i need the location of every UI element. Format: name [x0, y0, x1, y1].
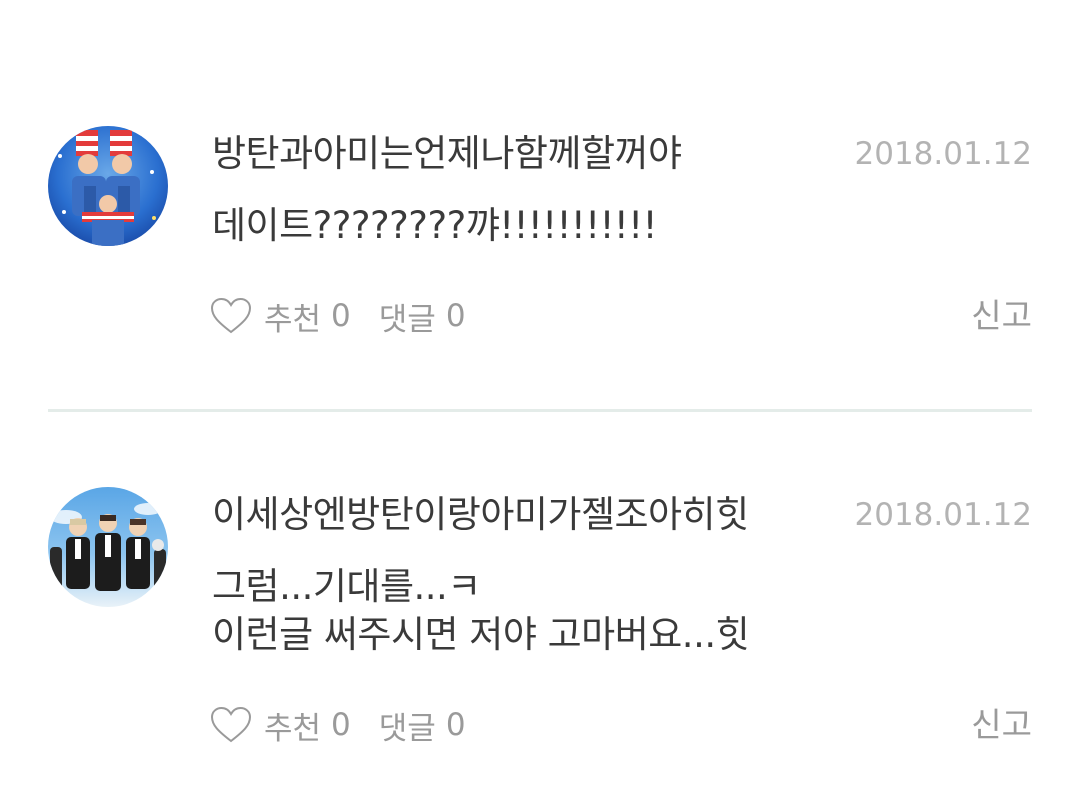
comment-date: 2018.01.12: [854, 136, 1033, 172]
reply-count: 0: [445, 298, 466, 334]
comment-body-line: 그럼...기대를...ㅋ: [212, 565, 481, 608]
comment-actions: 추천 0 댓글 0: [210, 703, 466, 747]
heart-outline-icon: [210, 706, 252, 743]
avatar-image: [48, 487, 168, 607]
reply-label: 댓글: [378, 301, 436, 338]
comment-body: 데이트????????꺄!!!!!!!!!!!: [212, 202, 657, 250]
avatar[interactable]: [48, 487, 168, 607]
divider: [48, 409, 1032, 412]
avatar[interactable]: [48, 126, 168, 246]
avatar-image: [48, 126, 168, 246]
comment-body-line: 이런글 써주시면 저야 고마버요...힛: [212, 613, 750, 656]
like-count: 0: [331, 707, 351, 743]
comment-list-screen: { "comments": [ { "author": "방탄과아미는언제나함께…: [0, 0, 1080, 810]
like-button[interactable]: 추천 0: [210, 294, 351, 339]
like-label: 추천: [264, 301, 322, 338]
like-count: 0: [331, 298, 351, 334]
like-button[interactable]: 추천 0: [210, 703, 351, 748]
reply-button[interactable]: 댓글 0: [379, 294, 466, 339]
comment-body-line: 데이트????????꺄!!!!!!!!!!!: [212, 204, 657, 247]
reply-count: 0: [445, 707, 466, 743]
comment-author[interactable]: 이세상엔방탄이랑아미가젤조아히힛: [212, 491, 749, 539]
report-button[interactable]: 신고: [971, 294, 1032, 338]
comment-date: 2018.01.12: [854, 497, 1033, 533]
heart-outline-icon: [210, 297, 252, 334]
comment-actions: 추천 0 댓글 0: [210, 294, 466, 338]
comment-body: 그럼...기대를...ㅋ 이런글 써주시면 저야 고마버요...힛: [212, 563, 750, 659]
comment-author[interactable]: 방탄과아미는언제나함께할꺼야: [212, 130, 682, 178]
report-button[interactable]: 신고: [971, 703, 1032, 747]
reply-label: 댓글: [378, 710, 436, 747]
reply-button[interactable]: 댓글 0: [379, 703, 466, 748]
like-label: 추천: [264, 710, 322, 747]
